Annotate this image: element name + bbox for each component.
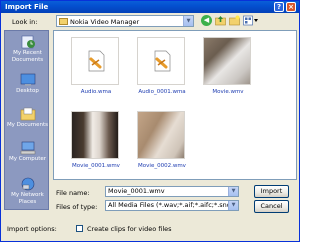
file-name: Movie.wmv [212,89,244,95]
desktop-icon [20,73,35,86]
place-my-computer[interactable]: My Computer [5,141,50,163]
network-places-icon [21,177,34,191]
audio-file-icon [88,50,105,72]
file-type-value: All Media Files (*.wav;*.aif;*.aifc;*.sn… [108,201,239,209]
my-documents-icon [20,107,35,121]
close-button[interactable]: × [286,2,296,12]
place-label: My Documents [6,122,49,128]
look-in-label: Look in: [12,18,38,26]
file-name: Audio_0001.wma [138,89,186,95]
place-my-documents[interactable]: My Documents [5,107,50,129]
create-clips-checkbox[interactable] [76,225,83,232]
file-name: Audio.wma [80,89,112,95]
file-name-value: Movie_0001.wmv [108,187,165,195]
file-type-label: Files of type: [56,203,98,211]
video-thumbnail [203,37,251,85]
file-name: Movie_0001.wmv [72,163,120,169]
audio-file-icon [154,50,171,72]
recent-documents-icon [21,35,35,49]
file-thumbnail [71,37,119,85]
views-menu-icon[interactable] [243,15,259,26]
place-label: My Recent Documents [11,50,44,63]
my-computer-icon [20,141,35,155]
file-name-field[interactable]: Movie_0001.wmv ▼ [105,186,239,197]
file-name-label: File name: [56,189,90,197]
import-options-label: Import options: [7,225,57,233]
video-thumbnail [71,111,119,159]
place-label: My Network Places [11,192,44,205]
places-bar: My Recent Documents Desktop My Documents… [4,30,49,210]
chevron-down-icon[interactable]: ▼ [228,187,238,196]
place-network-places[interactable]: My Network Places [5,177,50,206]
chevron-down-icon[interactable]: ▼ [228,201,238,210]
place-desktop[interactable]: Desktop [5,73,50,95]
new-folder-icon[interactable] [229,15,240,26]
import-button[interactable]: Import [254,185,289,198]
file-name: Movie_0002.wmv [138,163,186,169]
folder-icon [59,18,68,25]
file-list[interactable]: Audio.wma Audio_0001.wma Movie.wmv Movie… [53,30,297,180]
help-button[interactable]: ? [274,2,284,12]
window-title: Import File [5,3,49,11]
look-in-value: Nokia Video Manager [70,18,140,26]
place-recent-documents[interactable]: My Recent Documents [5,35,50,64]
chevron-down-icon[interactable]: ▼ [183,16,193,26]
cancel-button[interactable]: Cancel [254,200,289,213]
file-thumbnail [137,37,185,85]
file-type-dropdown[interactable]: All Media Files (*.wav;*.aif;*.aifc;*.sn… [105,200,239,211]
look-in-dropdown[interactable]: Nokia Video Manager ▼ [56,15,194,27]
up-folder-icon[interactable] [215,15,226,26]
video-thumbnail [137,111,185,159]
import-file-dialog: Import File ? × Look in: Nokia Video Man… [0,0,300,242]
create-clips-label: Create clips for video files [87,225,172,233]
place-label: My Computer [8,156,47,162]
place-label: Desktop [16,88,39,94]
back-icon[interactable]: ◀ [201,15,212,26]
title-bar: Import File ? × [1,1,299,13]
